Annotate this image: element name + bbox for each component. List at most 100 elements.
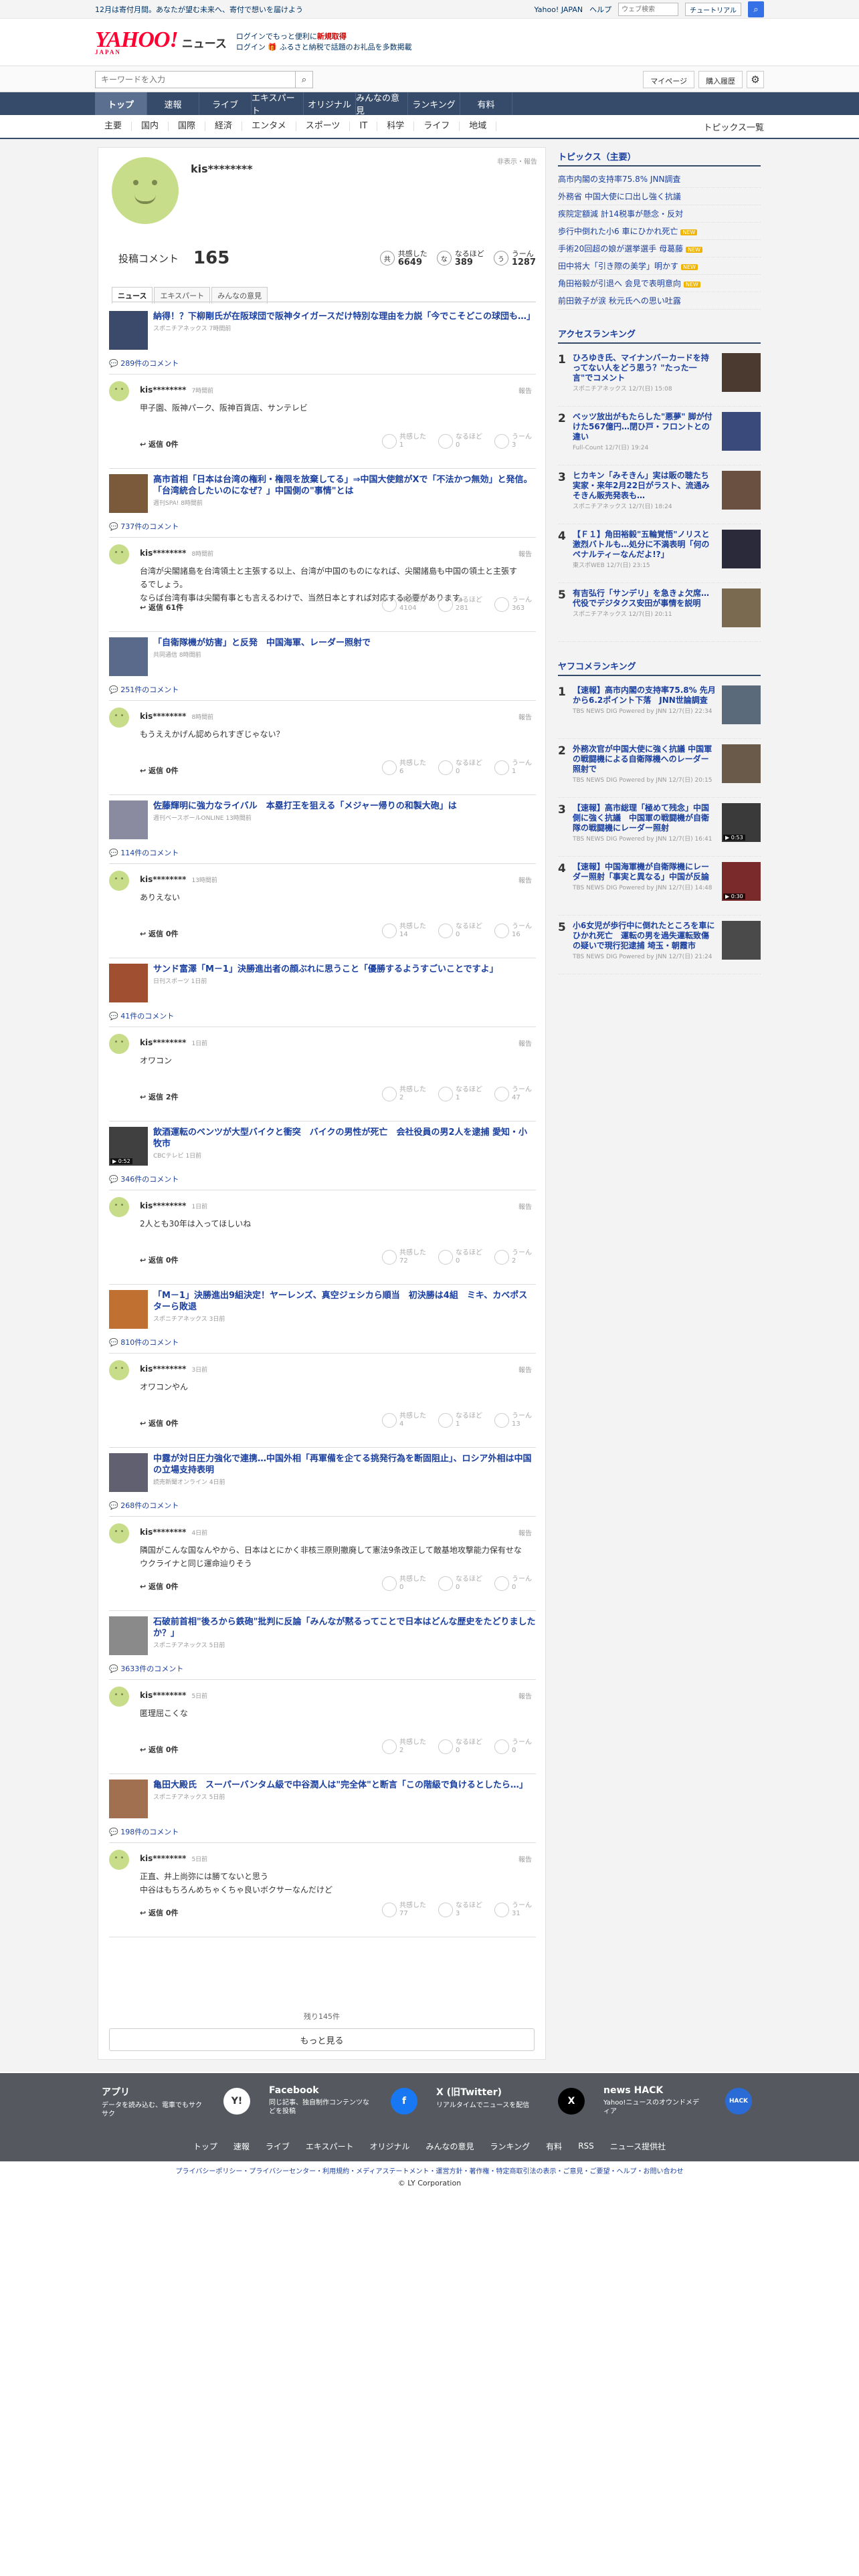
article-title[interactable]: 「M－1」決勝進出9組決定！ヤーレンズ、真空ジェシカら順当 初決勝は4組 ミキ、… xyxy=(153,1290,536,1313)
comment-ranking-item[interactable]: 1 【速報】高市内閣の支持率75.8% 先月から6.2ポイント下落 JNN世論調査… xyxy=(558,680,761,739)
article-link[interactable]: 高市首相「日本は台湾の権利・権限を放棄してる」⇒中国大使館がXで「不法かつ無効」… xyxy=(109,474,536,513)
article-link[interactable]: ▶ 0:52 飲酒運転のベンツが大型バイクと衝突 バイクの男性が死亡 会社役員の… xyxy=(109,1127,536,1166)
footer-link[interactable]: ランキング xyxy=(490,2141,531,2152)
article-link[interactable]: 「自衛隊機が妨害」と反発 中国海軍、レーダー照射で 共同通信 8時間前 xyxy=(109,637,536,676)
naruhodo-button[interactable]: なるほど 0 xyxy=(438,1739,482,1755)
ranking-item[interactable]: 4 【Ｆ１】角田裕毅"五輪覚悟"ノリスと激烈バトルも…処分に不満表明「何のペナルテ… xyxy=(558,524,761,583)
naruhodo-button[interactable]: なるほど 1 xyxy=(438,1412,482,1428)
topic-item[interactable]: 手術20回超の娘が選挙選手 母葛藤 NEW xyxy=(558,240,761,257)
hmm-button[interactable]: うーん 2 xyxy=(494,1249,532,1265)
legal-links[interactable]: プライバシーポリシー・プライバシーセンター・利用規約・メディアステートメント・運… xyxy=(0,2165,859,2175)
reply-button[interactable]: ↩ 返信 2件 xyxy=(140,1091,179,1102)
hmm-button[interactable]: うーん 1 xyxy=(494,760,532,776)
naruhodo-button[interactable]: なるほど 1 xyxy=(438,1086,482,1102)
empathy-button[interactable]: 共感した 72 xyxy=(382,1249,426,1265)
article-title[interactable]: サンド富澤「M－1」決勝進出者の顔ぶれに思うこと「優勝するようすごいことですよ」 xyxy=(153,964,498,975)
empathy-button[interactable]: 共感した 2 xyxy=(382,1086,426,1102)
comment-count-link[interactable]: 💬 251件のコメント xyxy=(109,684,536,695)
cat-main[interactable]: 主要 xyxy=(95,122,132,131)
yahoo-japan-link[interactable]: Yahoo! JAPAN xyxy=(535,5,583,14)
article-link[interactable]: 佐藤輝明に強力なライバル 本塁打王を狙える「メジャー帰りの和製大砲」は 週刊ベー… xyxy=(109,800,536,839)
empathy-button[interactable]: 共感した 77 xyxy=(382,1902,426,1918)
reply-button[interactable]: ↩ 返信 0件 xyxy=(140,1744,179,1755)
naruhodo-button[interactable]: なるほど 0 xyxy=(438,1576,482,1592)
reply-button[interactable]: ↩ 返信 0件 xyxy=(140,1255,179,1265)
footer-link[interactable]: 速報 xyxy=(233,2141,250,2152)
search-icon[interactable]: ⌕ xyxy=(296,71,313,88)
ranking-item[interactable]: 2 ベッツ放出がもたらした"悪夢" 脚が付けた567億円…閉ひ戸・フロントとの違い… xyxy=(558,407,761,465)
empathy-button[interactable]: 共感した 1 xyxy=(382,433,426,449)
hmm-button[interactable]: うーん 0 xyxy=(494,1576,532,1592)
empathy-button[interactable]: 共感した 4 xyxy=(382,1412,426,1428)
cat-science[interactable]: 科学 xyxy=(377,122,415,131)
comment-ranking-item[interactable]: 3 【速報】高市総理「極めて残念」中国側に強く抗議 中国軍の戦闘機が自衛隊の戦闘機… xyxy=(558,798,761,857)
article-title[interactable]: 納得！？下柳剛氏が在阪球団で阪神タイガースだけ特別な理由を力説「今でこそどこの球… xyxy=(153,311,535,322)
comment-ranking-item[interactable]: 5 小6女児が歩行中に倒れたところを車にひかれ死亡 運転の男を過失運転致傷の疑いで… xyxy=(558,916,761,974)
footer-link[interactable]: トップ xyxy=(193,2141,217,2152)
nav-paid[interactable]: 有料 xyxy=(460,92,512,115)
reply-button[interactable]: ↩ 返信 0件 xyxy=(140,439,179,449)
login-promo[interactable]: ログインでもっと便利に新規取得 ログイン 🎁 ふるさと納税で話題のお礼品を多数掲… xyxy=(236,31,412,53)
empathy-button[interactable]: 共感した 6 xyxy=(382,760,426,776)
help-link[interactable]: ヘルプ xyxy=(589,4,611,15)
report-link[interactable]: 報告 xyxy=(518,1854,532,1864)
reply-button[interactable]: ↩ 返信 0件 xyxy=(140,928,179,939)
hmm-button[interactable]: うーん 363 xyxy=(494,597,532,613)
footer-facebook[interactable]: Facebook 同じ記事、独自制作コンテンツなどを投稿 f xyxy=(262,2073,430,2131)
report-link[interactable]: 報告 xyxy=(518,385,532,395)
yahoo-logo[interactable]: YAHOO! JAPAN xyxy=(95,29,179,56)
naruhodo-button[interactable]: なるほど 281 xyxy=(438,597,482,613)
more-button[interactable]: もっと見る xyxy=(109,2028,535,2051)
comment-count-link[interactable]: 💬 268件のコメント xyxy=(109,1500,536,1511)
article-title[interactable]: 飲酒運転のベンツが大型バイクと衝突 バイクの男性が死亡 会社役員の男2人を逮捕 … xyxy=(153,1127,536,1150)
comment-count-link[interactable]: 💬 198件のコメント xyxy=(109,1826,536,1837)
cat-entertainment[interactable]: エンタメ xyxy=(242,122,296,131)
empathy-button[interactable]: 共感した 0 xyxy=(382,1576,426,1592)
footer-link[interactable]: 有料 xyxy=(546,2141,562,2152)
search-icon[interactable]: ⌕ xyxy=(748,1,764,17)
hmm-button[interactable]: うーん 47 xyxy=(494,1086,532,1102)
reply-button[interactable]: ↩ 返信 61件 xyxy=(140,602,183,613)
article-link[interactable]: 中露が対日圧力強化で連携…中国外相「再軍備を企てる挑発行為を断固阻止」、ロシア外… xyxy=(109,1453,536,1492)
nav-ranking[interactable]: ランキング xyxy=(408,92,460,115)
purchase-history-button[interactable]: 購入履歴 xyxy=(698,71,743,88)
footer-link[interactable]: ニュース提供社 xyxy=(610,2141,666,2152)
comment-ranking-item[interactable]: 4 【速報】中国海軍機が自衛隊機にレーダー照射「事実と異なる」中国が反論 TBS N… xyxy=(558,857,761,916)
article-link[interactable]: 石破前首相"後ろから鉄砲"批判に反論「みんなが黙るってことで日本はどんな歴史をた… xyxy=(109,1616,536,1655)
nav-top[interactable]: トップ xyxy=(95,92,147,115)
cat-world[interactable]: 国際 xyxy=(169,122,206,131)
naruhodo-button[interactable]: なるほど 0 xyxy=(438,1249,482,1265)
topic-item[interactable]: 角田裕毅が引退へ 会見で表明意向 NEW xyxy=(558,275,761,292)
footer-x[interactable]: X (旧Twitter) リアルタイムでニュースを配信 X xyxy=(430,2073,597,2131)
naruhodo-button[interactable]: なるほど 3 xyxy=(438,1902,482,1918)
footer-link[interactable]: オリジナル xyxy=(370,2141,410,2152)
comment-count-link[interactable]: 💬 289件のコメント xyxy=(109,358,536,368)
ranking-item[interactable]: 1 ひろゆき氏、マイナンバーカードを持ってない人をどう思う？"たった一言"でコメン… xyxy=(558,348,761,407)
topic-item[interactable]: 高市内閣の支持率75.8% JNN調査 xyxy=(558,171,761,188)
comment-count-link[interactable]: 💬 41件のコメント xyxy=(109,1010,536,1021)
hmm-button[interactable]: うーん 13 xyxy=(494,1412,532,1428)
cat-life[interactable]: ライフ xyxy=(414,122,460,131)
article-title[interactable]: 佐藤輝明に強力なライバル 本塁打王を狙える「メジャー帰りの和製大砲」は xyxy=(153,800,457,812)
empathy-button[interactable]: 共感した 14 xyxy=(382,923,426,939)
hmm-button[interactable]: うーん 16 xyxy=(494,923,532,939)
report-link[interactable]: 報告 xyxy=(518,875,532,885)
article-link[interactable]: サンド富澤「M－1」決勝進出者の顔ぶれに思うこと「優勝するようすごいことですよ」… xyxy=(109,964,536,1002)
reply-button[interactable]: ↩ 返信 0件 xyxy=(140,1907,179,1918)
comment-ranking-item[interactable]: 2 外務次官が中国大使に強く抗議 中国軍の戦闘機による自衛隊機へのレーダー照射で T… xyxy=(558,739,761,798)
footer-link[interactable]: エキスパート xyxy=(306,2141,354,2152)
report-link[interactable]: 報告 xyxy=(518,712,532,722)
article-title[interactable]: 高市首相「日本は台湾の権利・権限を放棄してる」⇒中国大使館がXで「不法かつ無効」… xyxy=(153,474,536,497)
furusato-link[interactable]: ログイン 🎁 ふるさと納税で話題のお礼品を多数掲載 xyxy=(236,42,412,53)
report-link[interactable]: 報告 xyxy=(518,1527,532,1537)
cat-sports[interactable]: スポーツ xyxy=(296,122,351,131)
topic-item[interactable]: 歩行中倒れた小6 車にひかれ死亡 NEW xyxy=(558,223,761,240)
comment-count-link[interactable]: 💬 346件のコメント xyxy=(109,1174,536,1184)
topic-item[interactable]: 疾院定額減 計14税事が懸念・反対 xyxy=(558,205,761,223)
ranking-item[interactable]: 3 ヒカキン「みそきん」実は販の聴たち実家・来年2月22日がラスト、流通みそきん販… xyxy=(558,465,761,524)
web-search-input[interactable] xyxy=(618,3,679,16)
footer-app[interactable]: アプリ データを読み込む、電車でもサクサク Y! xyxy=(95,2073,262,2131)
nav-live[interactable]: ライブ xyxy=(199,92,252,115)
report-link[interactable]: 報告 xyxy=(518,1364,532,1374)
cat-domestic[interactable]: 国内 xyxy=(132,122,169,131)
